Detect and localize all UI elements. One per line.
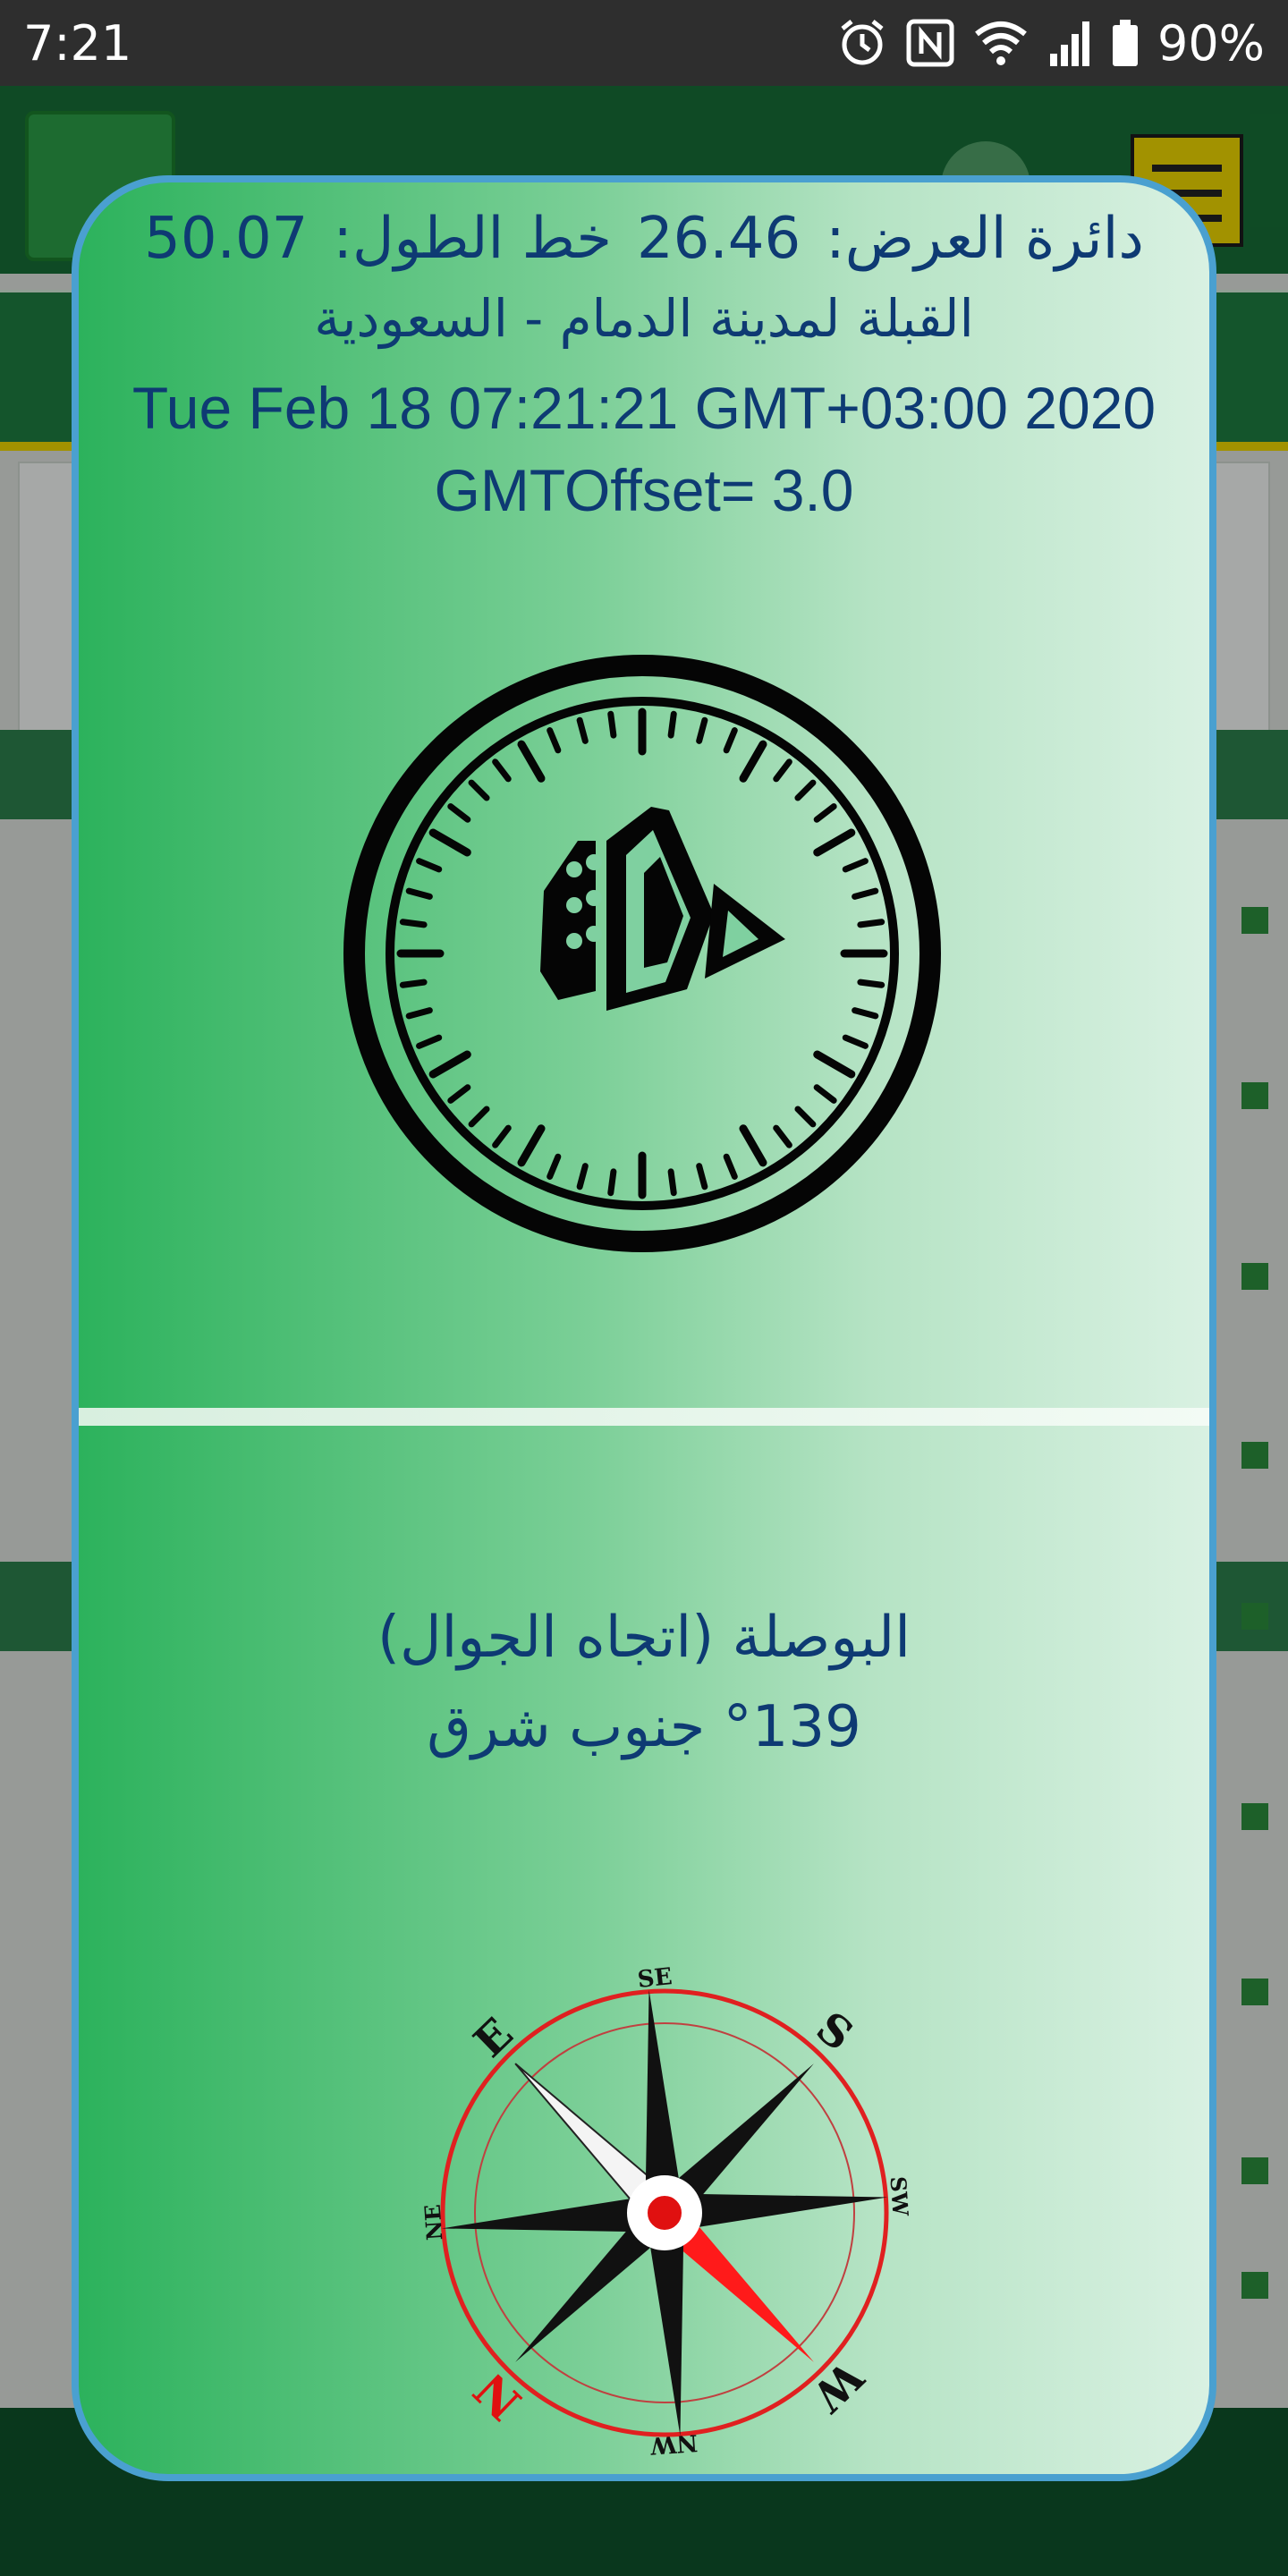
compass-label-w: W — [801, 2351, 872, 2421]
compass-label-n: N — [464, 2361, 533, 2430]
dial-tick — [576, 1163, 589, 1191]
dial-tick — [794, 1106, 817, 1128]
dial-tick — [723, 1153, 738, 1180]
dial-tick — [517, 740, 546, 783]
dial-tick — [739, 1124, 767, 1167]
dial-tick — [852, 1007, 879, 1020]
dial-tick — [607, 710, 617, 739]
dial-tick — [547, 727, 562, 754]
dial-tick — [667, 710, 677, 739]
compass-label-sw: SW — [885, 2175, 913, 2217]
dial-tick — [857, 979, 886, 988]
dial-tick — [852, 887, 879, 900]
latitude-value: 26.46 — [636, 206, 801, 272]
dial-tick — [773, 758, 792, 783]
dial-tick — [813, 1050, 856, 1079]
dial-tick — [405, 887, 433, 900]
dial-tick — [773, 1124, 792, 1148]
compass-section: البوصلة (اتجاه الجوال) °139 جنوب شرق SE — [79, 1426, 1209, 2474]
dial-tick — [723, 727, 738, 754]
nfc-icon — [906, 19, 954, 67]
compass-title: البوصلة (اتجاه الجوال) — [377, 1605, 911, 1671]
dial-tick — [813, 1084, 837, 1104]
dial-tick — [794, 779, 817, 801]
dial-tick — [416, 1034, 443, 1049]
alarm-icon — [841, 20, 884, 65]
qibla-city: القبلة لمدينة الدمام - السعودية — [314, 288, 974, 349]
dial-tick — [739, 740, 767, 783]
coordinates-line: 50.07 خط الطول: 26.46 دائرة العرض: — [79, 206, 1209, 272]
dial-tick — [857, 919, 886, 928]
battery-percentage: 90% — [1157, 14, 1265, 72]
gmt-offset: GMTOffset= 3.0 — [434, 457, 854, 523]
compass-label-e: E — [464, 2009, 522, 2068]
status-icons: 90% — [837, 15, 1265, 72]
compass-label-nw: NW — [648, 2428, 699, 2459]
current-datetime: Tue Feb 18 07:21:21 GMT+03:00 2020 — [131, 375, 1157, 441]
dial-tick — [405, 1007, 433, 1020]
compass-label-ne: NE — [419, 2204, 448, 2241]
dial-tick — [547, 1153, 562, 1180]
dial-tick — [517, 1124, 546, 1167]
dial-tick — [428, 828, 471, 857]
compass-heading: °139 جنوب شرق — [427, 1694, 861, 1760]
longitude-label: خط الطول: — [333, 206, 612, 272]
dial-tick — [447, 803, 471, 823]
dial-tick — [576, 716, 589, 744]
dial-tick — [813, 803, 837, 823]
latitude-label: دائرة العرض: — [826, 206, 1144, 272]
status-bar: 7:21 90% — [0, 0, 1288, 86]
dial-tick — [492, 758, 512, 783]
dial-tick — [842, 1034, 869, 1049]
dial-tick — [468, 1106, 490, 1128]
dial-tick — [607, 1168, 617, 1197]
dial-tick — [447, 1084, 471, 1104]
dial-tick — [468, 779, 490, 801]
dial-tick — [416, 858, 443, 873]
qibla-dialog[interactable]: 50.07 خط الطول: 26.46 دائرة العرض: القبل… — [72, 175, 1216, 2481]
signal-icon — [1049, 21, 1089, 66]
dial-tick — [399, 919, 428, 928]
qibla-compass-icon — [343, 655, 941, 1252]
status-time: 7:21 — [23, 14, 132, 72]
dial-tick — [428, 1050, 471, 1079]
dial-tick — [842, 858, 869, 873]
dial-tick — [696, 1163, 708, 1191]
compass-label-se: SE — [636, 1963, 674, 1994]
section-divider — [79, 1408, 1209, 1426]
compass-rose-icon: SE S SW W NW N NE E — [419, 1963, 914, 2459]
longitude-value: 50.07 — [144, 206, 309, 272]
battery-icon — [1112, 20, 1138, 66]
dial-tick — [813, 828, 856, 857]
qibla-section: 50.07 خط الطول: 26.46 دائرة العرض: القبل… — [79, 182, 1209, 1408]
dial-tick — [492, 1124, 512, 1148]
dial-tick — [696, 716, 708, 744]
wifi-icon — [975, 21, 1027, 65]
dial-tick — [399, 979, 428, 988]
dial-tick — [667, 1168, 677, 1197]
